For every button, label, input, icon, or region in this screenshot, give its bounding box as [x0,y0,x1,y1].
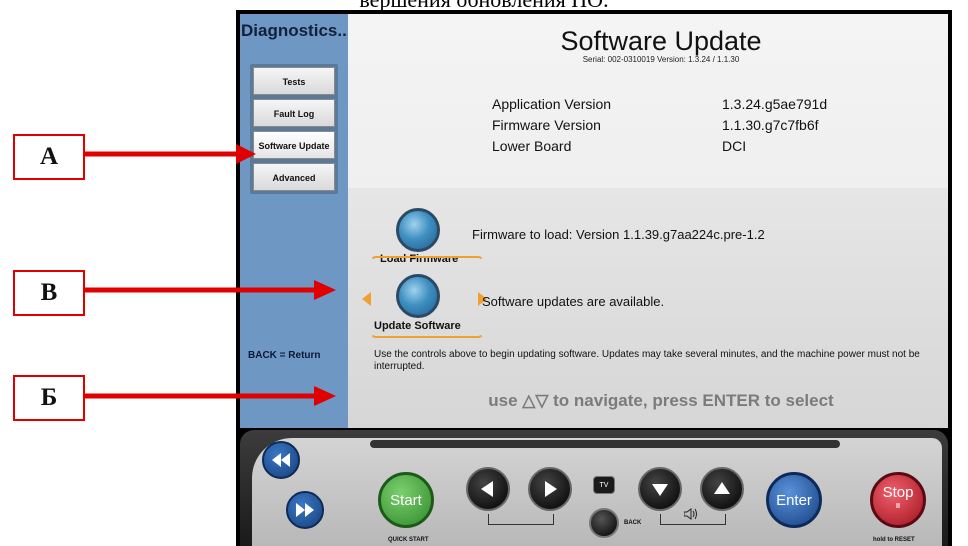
callout-v: В [13,270,85,316]
callout-a: А [13,134,85,180]
callout-arrowhead-v [314,280,336,300]
callout-arrowhead-a [236,144,256,164]
callout-arrows [84,144,336,406]
callout-b: Б [13,375,85,421]
callout-arrowhead-b [314,386,336,406]
